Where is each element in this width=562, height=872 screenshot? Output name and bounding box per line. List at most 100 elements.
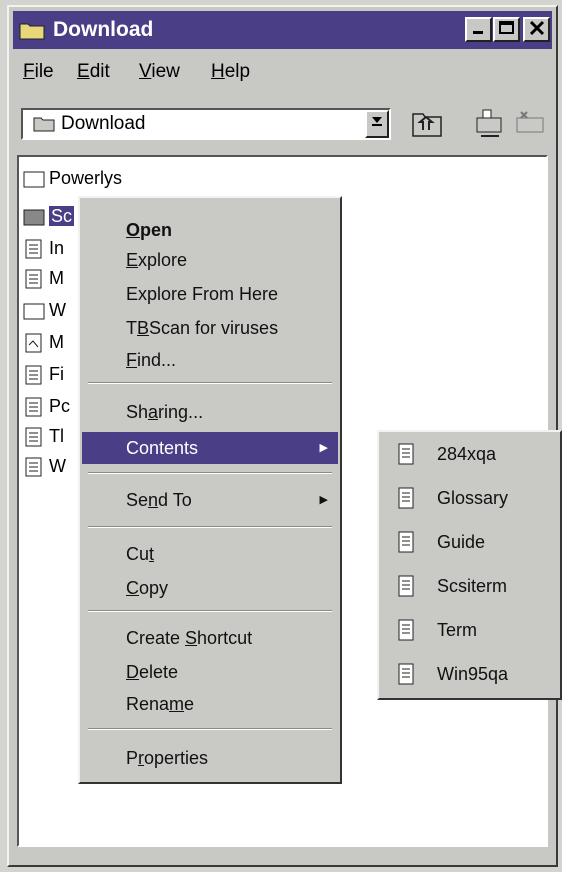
dropdown-arrow-button[interactable] xyxy=(365,110,389,138)
menu-item-open[interactable]: Open xyxy=(82,214,338,246)
document-icon xyxy=(25,365,42,385)
folder-icon xyxy=(33,117,55,132)
menu-view[interactable]: View xyxy=(139,61,180,83)
document-icon xyxy=(398,531,414,553)
menu-item-label: Sh xyxy=(126,402,149,422)
file-name: M xyxy=(49,332,64,352)
title-bar[interactable]: Download xyxy=(13,11,552,49)
submenu-item-label: Term xyxy=(437,620,477,640)
submenu-item[interactable]: Term xyxy=(381,610,561,650)
list-item[interactable]: W xyxy=(23,297,66,323)
menu-separator xyxy=(88,610,332,612)
mnemonic: n xyxy=(148,490,159,510)
menu-file[interactable]: File xyxy=(23,61,54,83)
folder-icon xyxy=(23,171,45,188)
menu-item-tbscan[interactable]: TBScan for viruses xyxy=(82,312,338,344)
menu-item-explore[interactable]: Explore xyxy=(82,244,338,276)
minimize-button[interactable] xyxy=(465,17,492,42)
up-one-level-button[interactable] xyxy=(409,106,445,140)
mnemonic: B xyxy=(137,318,150,338)
menu-item-label: pen xyxy=(140,220,173,240)
menu-item-send-to[interactable]: Send To ▶ xyxy=(82,484,338,516)
menu-item-label: ring... xyxy=(158,402,204,422)
menu-separator xyxy=(88,382,332,384)
list-item[interactable]: Pc xyxy=(23,393,70,419)
menu-item-contents[interactable]: Contents ▶ xyxy=(82,432,338,464)
status-bar xyxy=(17,847,548,865)
menu-item-properties[interactable]: Properties xyxy=(82,742,338,774)
menu-item-create-shortcut[interactable]: Create Shortcut xyxy=(82,622,338,654)
menu-item-label: d To xyxy=(158,490,192,510)
document-icon xyxy=(25,239,42,259)
submenu-item-label: 284xqa xyxy=(437,444,497,464)
toolbar: Download xyxy=(13,95,552,145)
list-item[interactable]: Sc xyxy=(23,203,75,229)
document-icon xyxy=(25,427,42,447)
submenu-item[interactable]: Glossary xyxy=(381,478,561,518)
submenu-arrow-icon: ▶ xyxy=(319,494,328,506)
list-item[interactable]: M xyxy=(23,329,64,355)
file-name: In xyxy=(49,238,65,258)
mnemonic: t xyxy=(149,544,155,564)
disconnect-drive-icon xyxy=(516,111,544,133)
document-icon xyxy=(25,333,42,353)
menu-item-label: e xyxy=(184,694,195,714)
map-network-drive-button[interactable] xyxy=(471,106,507,140)
folder-icon xyxy=(23,303,45,320)
menu-item-explore-from-here[interactable]: Explore From Here xyxy=(82,278,338,310)
list-item[interactable]: Powerlys xyxy=(23,165,122,191)
submenu-item-label: Scsiterm xyxy=(437,576,508,596)
submenu-arrow-icon: ▶ xyxy=(319,442,328,454)
list-item[interactable]: In xyxy=(23,235,64,261)
submenu-item-label: Win95qa xyxy=(437,664,509,684)
menu-item-find[interactable]: Find... xyxy=(82,344,338,376)
file-name: Sc xyxy=(49,206,75,226)
up-folder-icon xyxy=(412,113,442,137)
chevron-down-icon xyxy=(372,117,382,126)
document-icon xyxy=(398,663,414,685)
close-button[interactable] xyxy=(523,17,550,42)
mnemonic: D xyxy=(126,662,139,682)
list-item[interactable]: M xyxy=(23,265,64,291)
menu-item-label: Rena xyxy=(126,694,170,714)
list-item[interactable]: Fi xyxy=(23,361,64,387)
menu-item-label: Create xyxy=(126,628,186,648)
menu-item-label: T xyxy=(126,318,137,338)
mnemonic: F xyxy=(126,350,137,370)
submenu-item[interactable]: Scsiterm xyxy=(381,566,561,606)
mnemonic: a xyxy=(148,402,159,422)
menu-item-label: hortcut xyxy=(197,628,253,648)
menu-item-delete[interactable]: Delete xyxy=(82,656,338,688)
submenu-item[interactable]: Guide xyxy=(381,522,561,562)
disconnect-drive-button[interactable] xyxy=(513,106,549,140)
list-item[interactable]: W xyxy=(23,453,66,479)
submenu-item[interactable]: 284xqa xyxy=(381,434,561,474)
menu-item-copy[interactable]: Copy xyxy=(82,572,338,604)
document-icon xyxy=(25,397,42,417)
mnemonic: E xyxy=(126,250,139,270)
menu-item-label: Contents xyxy=(126,438,199,458)
document-icon xyxy=(25,457,42,477)
menu-help[interactable]: Help xyxy=(211,61,250,83)
mnemonic: S xyxy=(185,628,198,648)
menu-help-mnemonic: H xyxy=(211,61,225,82)
menu-item-label: xplore xyxy=(138,250,188,270)
file-name: W xyxy=(49,456,66,476)
submenu-item[interactable]: Win95qa xyxy=(381,654,561,694)
document-icon xyxy=(398,575,414,597)
file-name: Pc xyxy=(49,396,71,416)
address-combo[interactable]: Download xyxy=(21,108,391,140)
menu-edit-mnemonic: E xyxy=(77,61,90,82)
maximize-icon xyxy=(498,21,514,34)
submenu-item-label: Guide xyxy=(437,532,486,552)
maximize-button[interactable] xyxy=(493,17,520,42)
menu-item-sharing[interactable]: Sharing... xyxy=(82,396,338,428)
menu-item-cut[interactable]: Cut xyxy=(82,538,338,570)
menu-edit[interactable]: Edit xyxy=(77,61,110,83)
menu-item-rename[interactable]: Rename xyxy=(82,688,338,720)
list-item[interactable]: Tl xyxy=(23,423,64,449)
menu-separator xyxy=(88,728,332,730)
contents-submenu: 284xqa Glossary Guide Scsiterm Term Win9… xyxy=(377,430,562,700)
minimize-icon xyxy=(472,31,483,34)
menu-item-label: operties xyxy=(144,748,209,768)
